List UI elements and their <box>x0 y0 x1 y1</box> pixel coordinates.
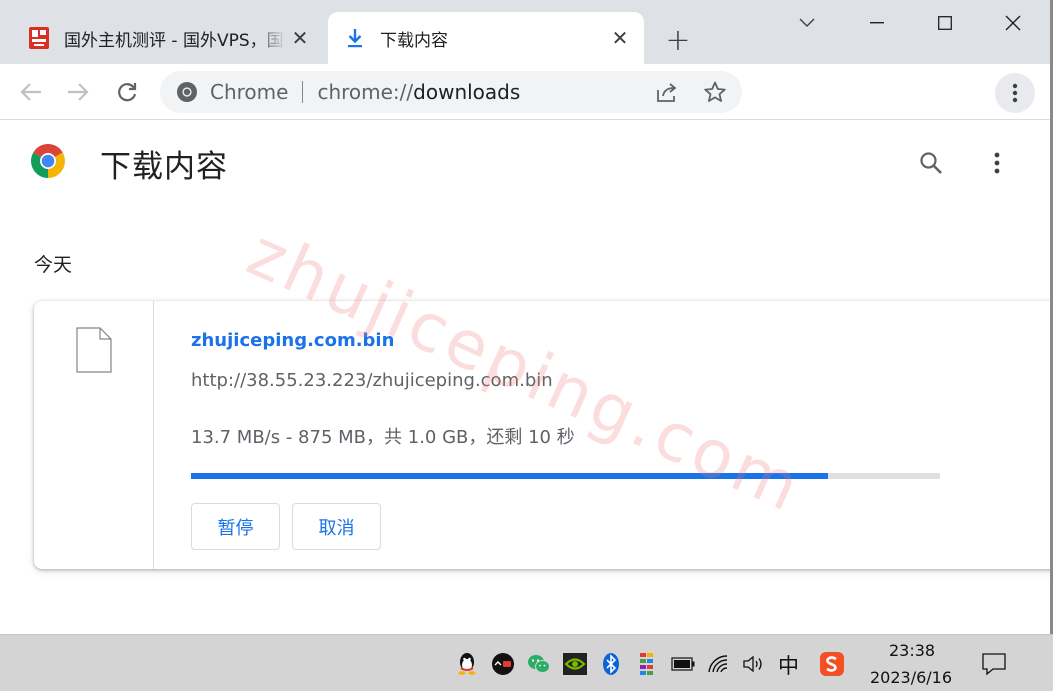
notification-icon[interactable] <box>981 652 1007 676</box>
nvidia-icon[interactable] <box>563 652 587 676</box>
downloads-header: 下载内容 <box>0 121 1053 207</box>
qq-icon[interactable] <box>455 652 479 676</box>
tab-zhujiceping[interactable]: 国外主机测评 - 国外VPS，国 ✕ <box>12 12 324 64</box>
share-icon <box>657 83 677 102</box>
sogou-icon[interactable] <box>820 652 844 676</box>
battery-icon[interactable] <box>671 652 695 676</box>
arrow-left-icon <box>20 83 41 101</box>
url-host: downloads <box>413 80 521 104</box>
downloads-menu-button[interactable] <box>979 145 1015 181</box>
minimize-button[interactable] <box>842 0 912 46</box>
new-tab-button[interactable]: + <box>662 23 694 58</box>
app-tray-icon[interactable] <box>491 652 515 676</box>
reload-icon <box>118 83 137 102</box>
browser-toolbar: Chrome chrome://downloads <box>0 64 1053 120</box>
tab-close-button[interactable]: ✕ <box>606 24 634 52</box>
tab-title: 国外主机测评 - 国外VPS，国 <box>64 30 284 51</box>
reload-button[interactable] <box>109 74 145 110</box>
ime-indicator[interactable]: 中 <box>778 650 799 680</box>
volume-icon[interactable] <box>742 652 766 676</box>
close-window-button[interactable] <box>978 0 1048 46</box>
back-button[interactable] <box>13 74 49 110</box>
more-vert-icon <box>994 152 1000 174</box>
search-icon <box>920 152 942 174</box>
share-button[interactable] <box>650 75 684 109</box>
file-url[interactable]: http://38.55.23.223/zhujiceping.com.bin <box>191 370 553 391</box>
chrome-menu-button[interactable] <box>995 73 1035 113</box>
download-icon <box>344 26 366 50</box>
security-chip[interactable]: Chrome <box>210 80 288 104</box>
tab-downloads[interactable]: 下载内容 ✕ <box>328 12 644 64</box>
arrow-right-icon <box>68 83 89 101</box>
minimize-icon <box>870 22 884 24</box>
tab-title: 下载内容 <box>380 30 448 51</box>
taskbar: 中 23:38 2023/6/16 <box>0 634 1053 691</box>
star-icon <box>704 81 726 102</box>
pause-button[interactable]: 暂停 <box>191 503 280 550</box>
wifi-icon[interactable] <box>707 652 731 676</box>
color-app-icon[interactable] <box>635 652 659 676</box>
progress-bar <box>191 473 940 479</box>
clock-date[interactable]: 2023/6/16 <box>870 668 952 687</box>
maximize-icon <box>938 16 952 30</box>
forward-button[interactable] <box>60 74 96 110</box>
more-vert-icon <box>1012 83 1018 103</box>
tab-strip: 国外主机测评 - 国外VPS，国 ✕ 下载内容 ✕ + <box>0 0 1053 64</box>
date-heading: 今天 <box>34 254 73 276</box>
url-scheme: chrome:// <box>317 80 414 104</box>
bookmark-button[interactable] <box>698 75 732 109</box>
chrome-icon <box>177 82 197 102</box>
divider <box>302 81 304 103</box>
maximize-button[interactable] <box>910 0 980 46</box>
tab-search-button[interactable] <box>772 0 842 46</box>
address-bar[interactable]: Chrome chrome://downloads <box>160 71 742 113</box>
close-icon <box>1005 15 1021 31</box>
url-text[interactable]: chrome://downloads <box>317 80 650 104</box>
chevron-down-icon <box>799 18 815 27</box>
tab-close-button[interactable]: ✕ <box>286 24 314 52</box>
bluetooth-icon[interactable] <box>599 652 623 676</box>
download-item: zhujiceping.com.bin http://38.55.23.223/… <box>34 301 1053 569</box>
site-logo-icon <box>28 26 50 50</box>
file-icon-column <box>34 301 154 569</box>
page-title: 下载内容 <box>100 149 228 185</box>
chrome-logo-icon <box>31 144 65 178</box>
progress-fill <box>191 473 828 479</box>
file-icon <box>76 327 112 373</box>
download-status: 13.7 MB/s - 875 MB，共 1.0 GB，还剩 10 秒 <box>191 427 575 448</box>
file-name-link[interactable]: zhujiceping.com.bin <box>191 330 394 351</box>
search-downloads-button[interactable] <box>913 145 949 181</box>
wechat-icon[interactable] <box>527 652 551 676</box>
cancel-button[interactable]: 取消 <box>292 503 381 550</box>
clock-time[interactable]: 23:38 <box>889 641 935 660</box>
